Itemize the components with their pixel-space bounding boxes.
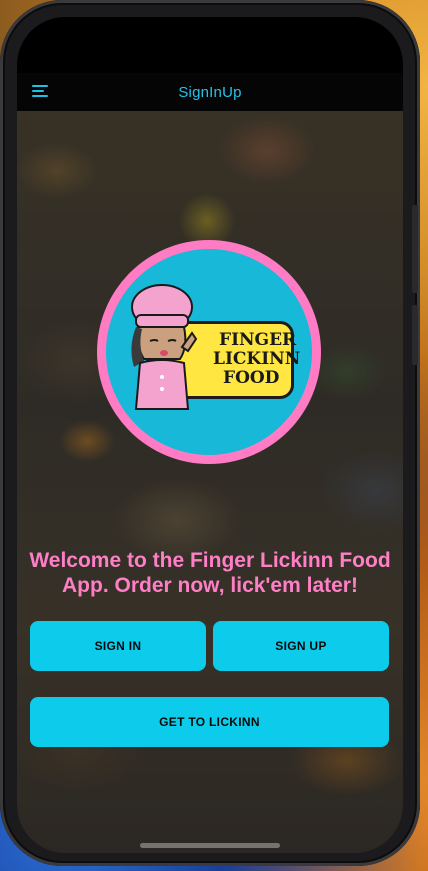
app-bar: SignInUp	[17, 73, 403, 111]
logo-text-line3: FOOD	[223, 368, 280, 388]
logo-text-line1: FINGER	[219, 330, 297, 350]
chef-mascot-icon	[131, 284, 198, 410]
dynamic-island	[155, 33, 267, 69]
logo-text-line2: LICKINN	[213, 349, 301, 369]
app-logo: FINGER LICKINN FOOD	[97, 240, 321, 464]
phone-screen: SignInUp FINGER LICKINN FOOD Welcome to …	[17, 17, 403, 853]
sign-in-button[interactable]: SIGN IN	[30, 621, 206, 671]
background-food-image: FINGER LICKINN FOOD Welcome to the Finge…	[17, 111, 403, 853]
logo-circle: FINGER LICKINN FOOD	[106, 249, 312, 455]
side-button	[412, 305, 418, 365]
page-title: SignInUp	[178, 83, 242, 101]
welcome-message: Welcome to the Finger Lickinn Food App. …	[29, 549, 391, 597]
home-indicator[interactable]	[140, 843, 280, 848]
sign-up-button[interactable]: SIGN UP	[213, 621, 389, 671]
phone-frame: SignInUp FINGER LICKINN FOOD Welcome to …	[0, 0, 420, 866]
power-button	[412, 205, 418, 293]
hamburger-menu-icon[interactable]	[32, 85, 48, 97]
get-to-lickinn-button[interactable]: GET TO LICKINN	[30, 697, 389, 747]
